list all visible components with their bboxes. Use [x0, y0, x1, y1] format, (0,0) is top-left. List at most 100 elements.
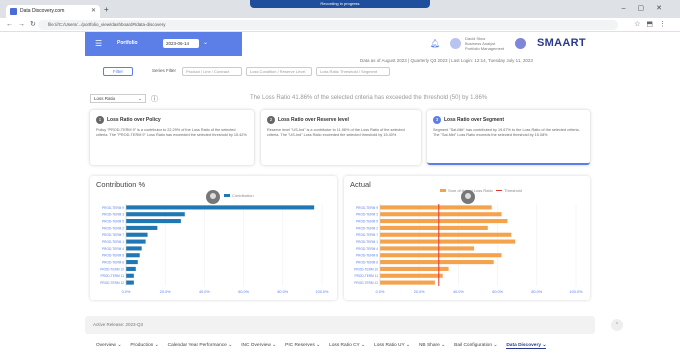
- favicon-icon: [10, 8, 17, 15]
- app-switcher-icon[interactable]: [515, 38, 526, 49]
- actual-chart-panel: Actual Sum of Actual Loss Ratio Threshol…: [344, 176, 590, 300]
- insight-card-segment[interactable]: 3 Loss Ratio over Segment Segment "Sal-M…: [427, 110, 590, 165]
- y-tick-label: PROD-TERM 7: [356, 233, 378, 237]
- tab-bail-configuration[interactable]: Bail Configuration ⌄: [454, 343, 497, 348]
- tab-loss-ratio-uy[interactable]: Loss Ratio UY ⌄: [374, 343, 410, 348]
- nav-buttons[interactable]: ←→↻: [6, 20, 41, 28]
- bar: [380, 246, 475, 251]
- window-controls[interactable]: ‒▢✕: [622, 4, 674, 12]
- card-title: Loss Ratio over Reserve level: [278, 117, 349, 123]
- x-tick-label: 0.0%: [376, 290, 385, 294]
- y-tick-label: PROD-TERM 11: [355, 274, 379, 278]
- y-tick-label: PROD-TERM 2: [102, 226, 124, 230]
- tab-nb-share[interactable]: NB Share ⌄: [419, 343, 445, 348]
- bar: [380, 219, 508, 224]
- menu-icon[interactable]: ☰: [95, 39, 102, 48]
- active-release-bar: Active Release: 2023-Q3: [85, 316, 595, 334]
- y-tick-label: PROD-TERM 6: [102, 260, 124, 264]
- tab-inc-overview[interactable]: INC Overview ⌄: [241, 343, 276, 348]
- x-tick-label: 40.0%: [199, 290, 210, 294]
- bar: [126, 246, 142, 251]
- bar: [380, 260, 494, 265]
- y-tick-label: PROD-TERM 2: [356, 226, 378, 230]
- tab-calendar-year-performance[interactable]: Calendar Year Performance ⌄: [168, 343, 233, 348]
- user-detail: Portfolio Management: [465, 46, 505, 51]
- filter-input-1[interactable]: Product / Line / Contract: [182, 67, 242, 76]
- portfolio-label: Portfolio: [117, 40, 138, 46]
- recording-bar: Recording in progress: [250, 0, 430, 8]
- bar: [126, 273, 134, 278]
- x-tick-label: 80.0%: [277, 290, 288, 294]
- browser-tabbar: Data Discovery.com ✕ + Recording in prog…: [0, 0, 680, 18]
- bar: [380, 280, 435, 285]
- bar: [126, 232, 148, 237]
- chevron-down-icon[interactable]: ⌄: [203, 39, 208, 46]
- y-tick-label: PROD-TERM 4: [356, 247, 378, 251]
- bar: [380, 205, 492, 210]
- y-tick-label: PROD-TERM 9: [102, 206, 124, 210]
- bar: [126, 266, 136, 271]
- browser-action-icons[interactable]: ☆⬒⋮: [634, 20, 672, 28]
- filter-button[interactable]: Filter: [103, 67, 133, 76]
- x-tick-label: 80.0%: [531, 290, 542, 294]
- bell-icon[interactable]: 🔔︎: [225, 38, 235, 47]
- browser-tab[interactable]: Data Discovery.com ✕: [6, 5, 100, 18]
- y-tick-label: PROD-TERM 9: [356, 206, 378, 210]
- x-tick-label: 60.0%: [238, 290, 249, 294]
- metric-select-value: Loss Ratio: [94, 96, 116, 101]
- insight-card-reserve[interactable]: 2 Loss Ratio over Reserve level Reserve …: [261, 110, 421, 165]
- portfolio-select[interactable]: 2023-06-14: [163, 39, 199, 48]
- active-release-label: Active Release: 2023-Q3: [93, 322, 144, 327]
- y-tick-label: PROD-TERM 11: [101, 274, 125, 278]
- metric-select[interactable]: Loss Ratio ⌄: [90, 94, 146, 103]
- y-tick-label: PROD-TERM 12: [354, 281, 378, 285]
- chevron-down-icon: ⌄: [138, 96, 142, 101]
- x-tick-label: 100.0%: [316, 290, 330, 294]
- data-as-of: Data as of August 2023 | Quarterly Q3 20…: [360, 58, 533, 63]
- tab-overview[interactable]: Overview ⌄: [96, 343, 121, 348]
- y-tick-label: PROD-TERM 1: [102, 240, 124, 244]
- bottom-tabs: Overview ⌄ Production ⌄ Calendar Year Perf…: [96, 343, 555, 353]
- tab-title: Data Discovery.com: [20, 8, 65, 14]
- y-tick-label: PROD-TERM 7: [102, 233, 124, 237]
- bar: [380, 225, 488, 230]
- info-icon[interactable]: ⓘ: [151, 94, 158, 104]
- brand-logo: SMAART: [537, 37, 586, 49]
- y-tick-label: PROD-TERM 8: [356, 254, 378, 258]
- bar: [126, 239, 146, 244]
- card-text: Policy "PROD-TERM 9" is a contributor to…: [96, 128, 247, 138]
- tab-loss-ratio-cy[interactable]: Loss Ratio CY ⌄: [329, 343, 365, 348]
- y-tick-label: PROD-TERM 10: [354, 267, 378, 271]
- url-field[interactable]: file:///C:/Users/.../portfolio_view/dash…: [38, 20, 618, 30]
- filter-input-2[interactable]: Loss Condition / Reserve Level: [246, 67, 312, 76]
- threshold-alert: The Loss Ratio 41.86% of the selected cr…: [250, 95, 488, 101]
- scroll-up-icon[interactable]: ^: [611, 319, 623, 331]
- bar: [380, 239, 516, 244]
- bar: [380, 273, 443, 278]
- x-tick-label: 20.0%: [414, 290, 425, 294]
- series-filter-label: Series Filter: [152, 68, 177, 73]
- y-tick-label: PROD-TERM 12: [100, 281, 124, 285]
- card-text: Reserve level "US-Ind" is a contributor …: [267, 128, 405, 138]
- card-number-badge: 2: [267, 116, 275, 124]
- y-tick-label: PROD-TERM 5: [356, 219, 378, 223]
- x-tick-label: 20.0%: [160, 290, 171, 294]
- card-text: Segment "Sal-Mkt" has contributed by 19.…: [433, 128, 580, 138]
- user-avatar[interactable]: [450, 38, 461, 49]
- insight-card-policy[interactable]: 1 Loss Ratio over Policy Policy "PROD-TE…: [90, 110, 254, 165]
- contribution-chart: 0.0% 20.0% 40.0% 60.0% 80.0% 100.0% PROD-TERM …: [100, 204, 330, 294]
- tab-production[interactable]: Production ⌄: [130, 343, 158, 348]
- tab-data-discovery[interactable]: Data Discovery ⌄: [506, 343, 547, 349]
- card-title: Loss Ratio over Segment: [444, 117, 505, 123]
- x-tick-label: 40.0%: [453, 290, 464, 294]
- bar: [126, 212, 185, 217]
- y-tick-label: PROD-TERM 3: [102, 213, 124, 217]
- y-tick-label: PROD-TERM 6: [356, 260, 378, 264]
- tab-pic-reserves[interactable]: PIC Reserves ⌄: [285, 343, 320, 348]
- filter-input-3[interactable]: Loss Ratio Threshold / Segment: [316, 67, 390, 76]
- new-tab-icon[interactable]: +: [104, 5, 109, 14]
- close-tab-icon[interactable]: ✕: [91, 5, 96, 18]
- user-info: David Stow Business Analyst Portfolio Ma…: [465, 36, 504, 51]
- x-tick-label: 100.0%: [570, 290, 584, 294]
- notification-icon[interactable]: 🔔︎: [430, 39, 440, 48]
